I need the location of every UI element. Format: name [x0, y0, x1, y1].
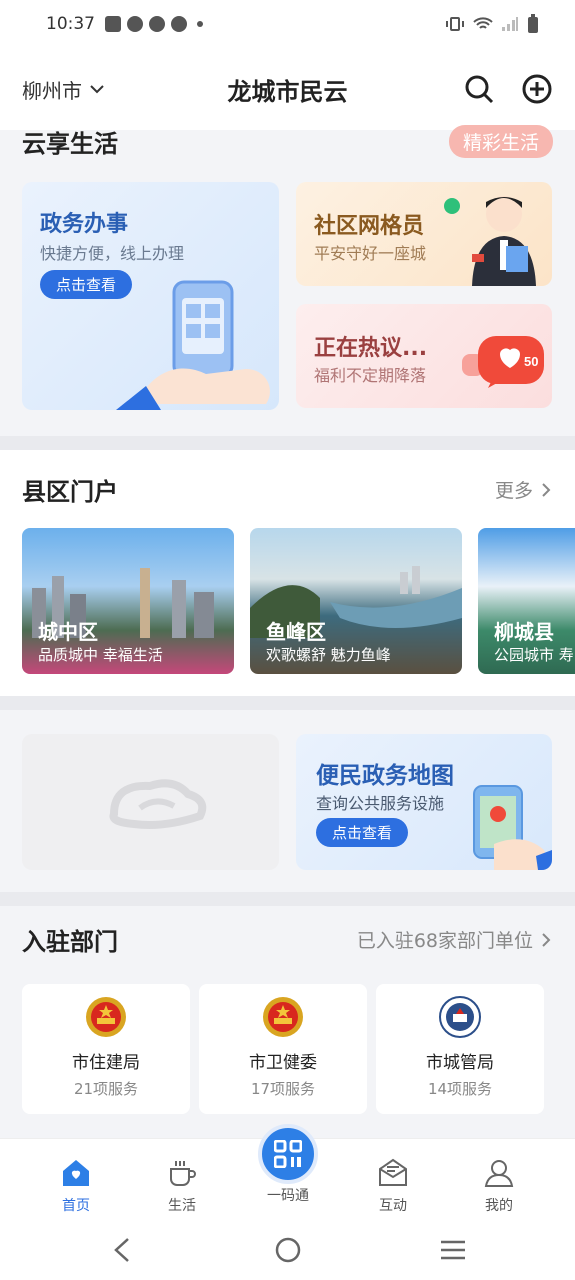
department-card[interactable]: 市卫健委 17项服务	[199, 984, 367, 1114]
district-name: 鱼峰区	[266, 620, 326, 644]
districts-title: 县区门户	[22, 478, 118, 506]
battery-icon	[528, 14, 538, 33]
chevron-right-icon	[542, 932, 551, 947]
city-management-emblem-icon	[439, 996, 481, 1038]
signal-icon	[502, 17, 518, 31]
vibrate-icon	[446, 17, 464, 31]
coffee-cup-icon	[170, 1161, 196, 1186]
tab-label: 我的	[485, 1198, 513, 1214]
service-map-subtitle: 查询公共服务设施	[316, 794, 445, 813]
menu-icon[interactable]	[439, 1236, 467, 1264]
notification-app-icon	[127, 16, 143, 32]
district-desc: 公园城市 寿	[494, 646, 574, 664]
district-desc: 品质城中 幸福生活	[38, 646, 163, 664]
home-heart-icon	[63, 1160, 89, 1186]
district-card[interactable]: 柳城县 公园城市 寿	[478, 528, 575, 674]
add-circle-icon[interactable]	[521, 73, 553, 105]
district-name: 城中区	[38, 620, 98, 644]
tab-label: 首页	[62, 1198, 90, 1214]
tab-label: 一码通	[267, 1188, 309, 1204]
department-card[interactable]: 市城管局 14项服务	[376, 984, 544, 1114]
grid-officer-subtitle: 平安守好一座城	[314, 244, 427, 263]
system-nav-bar	[0, 1222, 575, 1280]
department-name: 市住建局	[72, 1053, 140, 1073]
district-name: 柳城县	[494, 620, 554, 644]
district-card[interactable]: 鱼峰区 欢歌螺舒 魅力鱼峰	[250, 528, 462, 674]
heart-bubble-icon: 50	[462, 336, 544, 388]
life-section-title: 云享生活	[22, 130, 118, 158]
status-time: 10:37	[46, 14, 95, 34]
tab-mine[interactable]: 我的	[459, 1157, 539, 1215]
departments-title: 入驻部门	[22, 928, 118, 956]
gov-service-subtitle: 快捷方便，线上办理	[40, 244, 185, 263]
city-selector[interactable]: 柳州市	[22, 75, 106, 104]
national-emblem-icon	[263, 997, 303, 1037]
department-card[interactable]: 市住建局 21项服务	[22, 984, 190, 1114]
gov-service-title: 政务办事	[40, 212, 129, 237]
svg-text:50: 50	[524, 354, 538, 369]
grid-officer-title: 社区网格员	[314, 214, 425, 239]
tab-life[interactable]: 生活	[142, 1157, 222, 1215]
gov-service-card[interactable]: 政务办事 快捷方便，线上办理 点击查看	[22, 182, 279, 410]
user-icon	[484, 1160, 514, 1187]
district-desc: 欢歌螺舒 魅力鱼峰	[266, 646, 391, 664]
mail-icon	[379, 1158, 407, 1186]
district-card[interactable]: 城中区 品质城中 幸福生活	[22, 528, 234, 674]
department-service-count: 17项服务	[250, 1080, 316, 1098]
hot-topic-subtitle: 福利不定期降落	[314, 366, 427, 385]
tab-label: 生活	[168, 1198, 196, 1214]
departments-header: 入驻部门 已入驻68家部门单位	[22, 922, 553, 957]
grid-officer-card[interactable]: 社区网格员 平安守好一座城	[296, 182, 552, 286]
hot-topic-title: 正在热议...	[314, 336, 428, 361]
hot-topic-card[interactable]: 正在热议... 福利不定期降落 50	[296, 304, 552, 408]
home-circle-icon[interactable]	[274, 1236, 302, 1264]
notification-icons	[105, 16, 203, 32]
districts-more-label: 更多	[494, 480, 533, 502]
life-section-header: 云享生活 精彩生活	[22, 124, 553, 159]
qr-code-icon	[274, 1140, 302, 1168]
section-divider	[0, 892, 575, 906]
cloud-logo-placeholder-icon	[109, 779, 207, 829]
department-name: 市卫健委	[249, 1053, 317, 1073]
placeholder-banner	[22, 734, 279, 870]
chevron-down-icon	[90, 85, 104, 94]
departments-summary-link[interactable]: 已入驻68家部门单位	[357, 926, 553, 953]
phone-hand-illustration-icon	[116, 280, 270, 410]
service-map-button[interactable]: 点击查看	[316, 818, 409, 847]
status-bar: 10:37	[0, 0, 575, 48]
notification-app-icon	[149, 16, 165, 32]
city-label: 柳州市	[22, 78, 82, 103]
service-map-card[interactable]: 便民政务地图 查询公共服务设施 点击查看	[296, 734, 552, 870]
notification-app-icon	[105, 16, 121, 32]
officer-avatar-icon	[444, 196, 536, 286]
chevron-right-icon	[542, 482, 551, 497]
districts-header: 县区门户 更多	[22, 472, 553, 507]
more-notifications-icon	[197, 21, 203, 27]
department-service-count: 14项服务	[427, 1080, 493, 1098]
back-icon[interactable]	[110, 1236, 134, 1264]
search-icon[interactable]	[463, 73, 495, 105]
department-service-count: 21项服务	[73, 1080, 139, 1098]
app-header: 柳州市 龙城市民云	[0, 48, 575, 130]
qr-code-button[interactable]	[258, 1124, 318, 1184]
national-emblem-icon	[86, 997, 126, 1037]
department-name: 市城管局	[426, 1053, 494, 1073]
departments-summary: 已入驻68家部门单位	[356, 930, 533, 952]
map-phone-illustration-icon	[473, 785, 552, 870]
tab-qr-code[interactable]: 一码通	[248, 1185, 328, 1205]
tab-interact[interactable]: 互动	[353, 1157, 433, 1215]
districts-more-link[interactable]: 更多	[495, 476, 553, 503]
tab-label: 互动	[379, 1198, 407, 1214]
notification-app-icon	[171, 16, 187, 32]
service-map-title: 便民政务地图	[316, 763, 454, 789]
life-badge[interactable]: 精彩生活	[448, 125, 553, 158]
section-divider	[0, 696, 575, 710]
section-divider	[0, 436, 575, 450]
wifi-icon	[473, 17, 493, 29]
tab-home[interactable]: 首页	[36, 1157, 116, 1215]
